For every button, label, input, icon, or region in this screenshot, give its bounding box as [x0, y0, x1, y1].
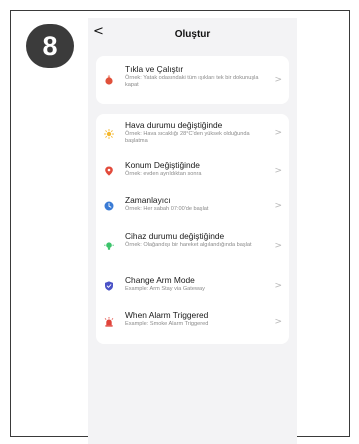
row-title: Hava durumu değiştiğinde	[125, 120, 223, 130]
row-title: Tıkla ve Çalıştır	[125, 64, 184, 74]
list-item-timer[interactable]: Zamanlayıcı Örnek: Her sabah 07:00'de ba…	[96, 189, 289, 224]
chevron-right-icon: >	[274, 281, 282, 291]
page-title: Oluştur	[174, 29, 211, 40]
tap-to-run-card: Tıkla ve Çalıştır Örnek: Yatak odasındak…	[96, 56, 289, 104]
shield-icon	[104, 281, 114, 291]
row-subtitle: Örnek: evden ayrıldıktan sonra	[125, 171, 202, 177]
row-title: Zamanlayıcı	[125, 195, 171, 205]
alarm-siren-icon	[104, 317, 114, 327]
header: < Oluştur	[88, 18, 297, 50]
list-item-device[interactable]: Cihaz durumu değiştiğinde Örnek: Olağand…	[96, 224, 289, 268]
row-title: When Alarm Triggered	[125, 310, 209, 320]
list-item-alarm[interactable]: When Alarm Triggered Example: Smoke Alar…	[96, 304, 289, 344]
row-subtitle: Example: Arm Stay via Gateway	[125, 286, 205, 292]
tap-hand-icon	[104, 75, 114, 85]
chevron-right-icon: >	[274, 241, 282, 251]
chevron-right-icon: >	[274, 166, 282, 176]
row-subtitle: Örnek: Her sabah 07:00'de başlat	[125, 206, 209, 212]
sun-icon	[104, 129, 114, 139]
list-item-weather[interactable]: Hava durumu değiştiğinde Örnek: Hava sıc…	[96, 114, 289, 154]
chevron-right-icon: >	[274, 201, 282, 211]
row-title: Cihaz durumu değiştiğinde	[125, 231, 225, 241]
row-subtitle: Örnek: Olağandışı bir hareket algılandığ…	[125, 242, 252, 248]
location-pin-icon	[104, 166, 114, 176]
list-item-tap-to-run[interactable]: Tıkla ve Çalıştır Örnek: Yatak odasındak…	[96, 56, 289, 104]
device-bulb-icon	[104, 241, 114, 251]
list-item-location[interactable]: Konum Değiştiğinde Örnek: evden ayrıldık…	[96, 154, 289, 189]
row-subtitle: Örnek: Yatak odasındaki tüm ışıkları tek…	[125, 75, 259, 88]
chevron-right-icon: >	[274, 317, 282, 327]
row-subtitle: Örnek: Hava sıcaklığı 28°C'den yüksek ol…	[125, 131, 250, 144]
phone-screen: < Oluştur Tıkla ve Çalıştır Örnek: Yatak…	[88, 18, 297, 444]
list-item-arm-mode[interactable]: Change Arm Mode Example: Arm Stay via Ga…	[96, 268, 289, 304]
row-subtitle: Example: Smoke Alarm Triggered	[125, 321, 209, 327]
clock-icon	[104, 201, 114, 211]
step-number-badge: 8	[26, 24, 74, 68]
chevron-right-icon: >	[274, 75, 282, 85]
chevron-right-icon: >	[274, 128, 282, 138]
row-title: Change Arm Mode	[125, 275, 195, 285]
row-title: Konum Değiştiğinde	[125, 160, 200, 170]
conditions-card: Hava durumu değiştiğinde Örnek: Hava sıc…	[96, 114, 289, 344]
